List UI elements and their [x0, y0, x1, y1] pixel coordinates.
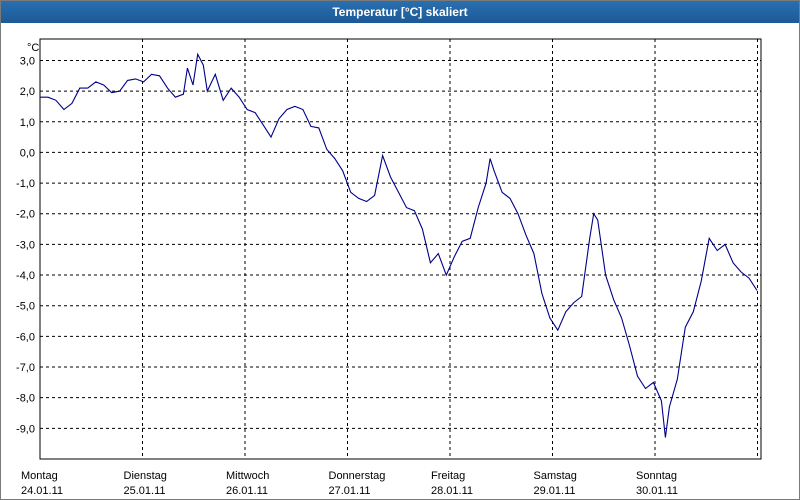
grid [40, 39, 761, 459]
x-tick-date-label: 30.01.11 [636, 485, 678, 497]
x-axis: Montag 24.01.11 Dienstag 25.01.11 Mittwoch 26… [21, 470, 678, 497]
x-tick-day-label: Dienstag [124, 470, 167, 482]
x-tick-date-label: 28.01.11 [431, 485, 473, 497]
x-tick-day-label: Samstag [534, 470, 577, 482]
y-tick-label: -1,0 [16, 178, 35, 190]
y-axis-unit-label: °C [27, 42, 39, 54]
x-tick-date-label: 27.01.11 [329, 485, 371, 497]
x-tick-date-label: 26.01.11 [226, 485, 268, 497]
x-tick-date-label: 24.01.11 [21, 485, 63, 497]
temperature-series-line [40, 52, 758, 438]
window-title: Temperatur [°C] skaliert [332, 5, 468, 19]
chart-area: 3,0 2,0 1,0 0,0 -1,0 -2,0 -3,0 -4,0 -5,0 -6,0 -7,0… [1, 23, 799, 499]
y-tick-label: -5,0 [16, 301, 35, 313]
x-tick-day-label: Montag [21, 470, 58, 482]
y-tick-label: -2,0 [16, 209, 35, 221]
x-tick-day-label: Freitag [431, 470, 465, 482]
y-tick-label: -6,0 [16, 331, 35, 343]
x-tick-day-label: Donnerstag [329, 470, 386, 482]
x-tick-date-label: 29.01.11 [534, 485, 576, 497]
y-tick-label: 0,0 [20, 147, 35, 159]
temperature-chart: 3,0 2,0 1,0 0,0 -1,0 -2,0 -3,0 -4,0 -5,0 -6,0 -7,0… [16, 38, 762, 497]
x-tick-day-label: Mittwoch [226, 470, 269, 482]
y-axis: 3,0 2,0 1,0 0,0 -1,0 -2,0 -3,0 -4,0 -5,0 -6,0 -7,0… [16, 55, 35, 435]
x-tick-day-label: Sonntag [636, 470, 677, 482]
x-tick-date-label: 25.01.11 [124, 485, 166, 497]
y-tick-label: -3,0 [16, 239, 35, 251]
plot-frame [39, 38, 762, 460]
y-tick-label: 2,0 [20, 86, 35, 98]
y-tick-label: -9,0 [16, 423, 35, 435]
y-tick-label: 3,0 [20, 55, 35, 67]
y-tick-label: -8,0 [16, 393, 35, 405]
chart-window: Temperatur [°C] skaliert 3,0 2,0 1,0 0,0 -1,… [0, 0, 800, 500]
y-tick-label: -7,0 [16, 362, 35, 374]
y-tick-label: 1,0 [20, 117, 35, 129]
y-tick-label: -4,0 [16, 270, 35, 282]
window-titlebar: Temperatur [°C] skaliert [1, 1, 799, 23]
